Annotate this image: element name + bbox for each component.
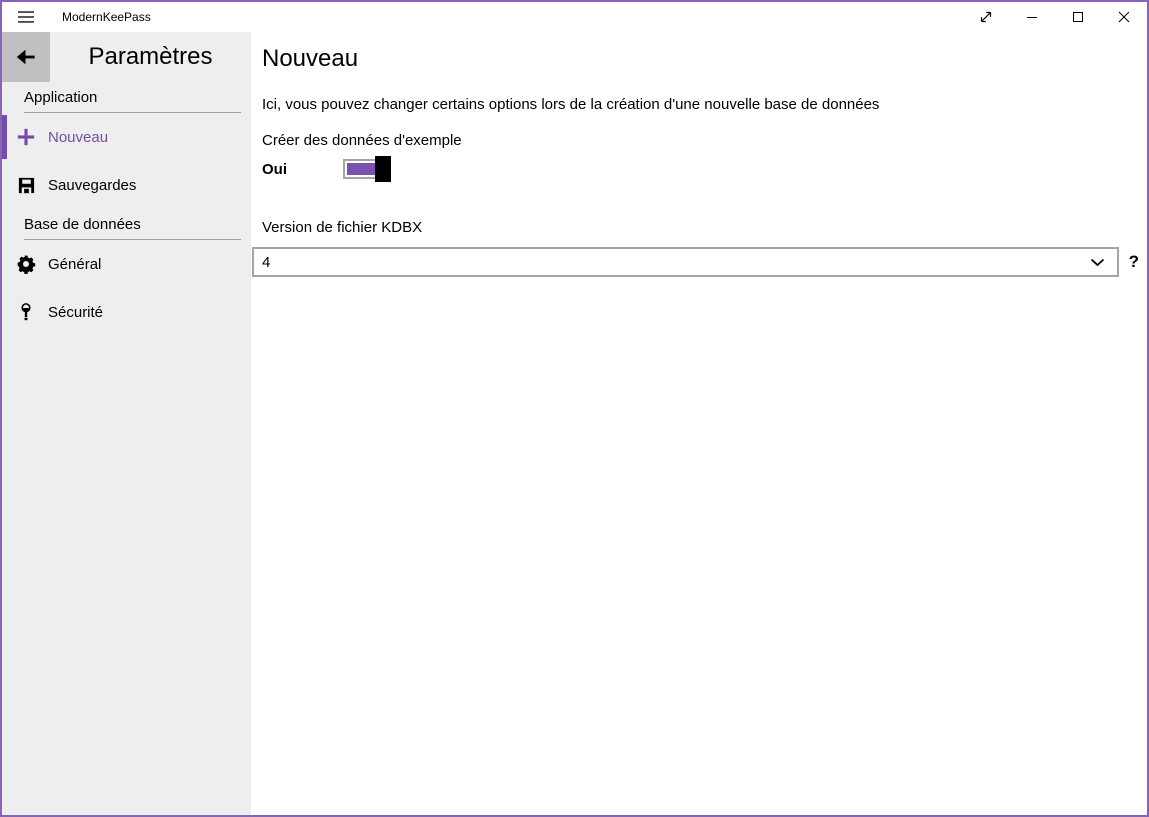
section-label-base-de-donnees: Base de données <box>24 216 241 240</box>
sidebar-item-label: Sauvegardes <box>48 177 136 194</box>
fullscreen-button[interactable] <box>963 2 1009 32</box>
sample-data-toggle[interactable] <box>343 156 389 182</box>
chevron-down-icon <box>1090 258 1105 267</box>
key-icon <box>16 302 36 322</box>
help-button[interactable]: ? <box>1129 252 1139 272</box>
page-title: Nouveau <box>262 44 1141 74</box>
sample-data-toggle-row: Oui <box>262 156 1141 182</box>
sidebar-item-securite[interactable]: Sécurité <box>2 288 251 336</box>
sidebar-title: Paramètres <box>50 43 251 71</box>
maximize-button[interactable] <box>1055 2 1101 32</box>
sidebar-item-label: Sécurité <box>48 304 103 321</box>
close-button[interactable] <box>1101 2 1147 32</box>
minimize-icon <box>1024 9 1040 25</box>
sidebar-item-nouveau[interactable]: Nouveau <box>2 113 251 161</box>
diagonal-arrows-icon <box>978 9 994 25</box>
window-controls <box>963 2 1147 32</box>
close-icon <box>1116 9 1132 25</box>
sidebar-item-label: Nouveau <box>48 129 108 146</box>
hamburger-menu-button[interactable] <box>2 2 50 32</box>
maximize-icon <box>1070 9 1086 25</box>
save-icon <box>16 175 36 195</box>
sidebar-item-sauvegardes[interactable]: Sauvegardes <box>2 161 251 209</box>
minimize-button[interactable] <box>1009 2 1055 32</box>
section-label-application: Application <box>24 89 241 113</box>
sidebar-item-general[interactable]: Général <box>2 240 251 288</box>
combobox-value: 4 <box>262 254 1090 271</box>
sample-data-label: Créer des données d'exemple <box>262 131 1141 151</box>
titlebar: ModernKeePass <box>2 2 1147 32</box>
back-button[interactable] <box>2 32 50 82</box>
app-title: ModernKeePass <box>62 10 151 24</box>
back-arrow-icon <box>13 44 39 70</box>
page-description: Ici, vous pouvez changer certains option… <box>262 95 1141 115</box>
gear-icon <box>16 254 36 274</box>
toggle-state-label: Oui <box>262 161 343 178</box>
kdbx-version-label: Version de fichier KDBX <box>262 218 1141 238</box>
hamburger-icon <box>18 11 34 23</box>
app-window: ModernKeePass <box>0 0 1149 817</box>
settings-page-nouveau: Nouveau Ici, vous pouvez changer certain… <box>251 32 1147 815</box>
kdbx-version-combobox[interactable]: 4 <box>252 247 1119 277</box>
kdbx-version-row: 4 ? <box>252 247 1141 277</box>
plus-icon <box>16 127 36 147</box>
toggle-thumb[interactable] <box>375 156 391 182</box>
settings-sidebar: Paramètres Application Nouveau <box>2 32 251 815</box>
sidebar-item-label: Général <box>48 256 101 273</box>
sidebar-header: Paramètres <box>2 32 251 82</box>
